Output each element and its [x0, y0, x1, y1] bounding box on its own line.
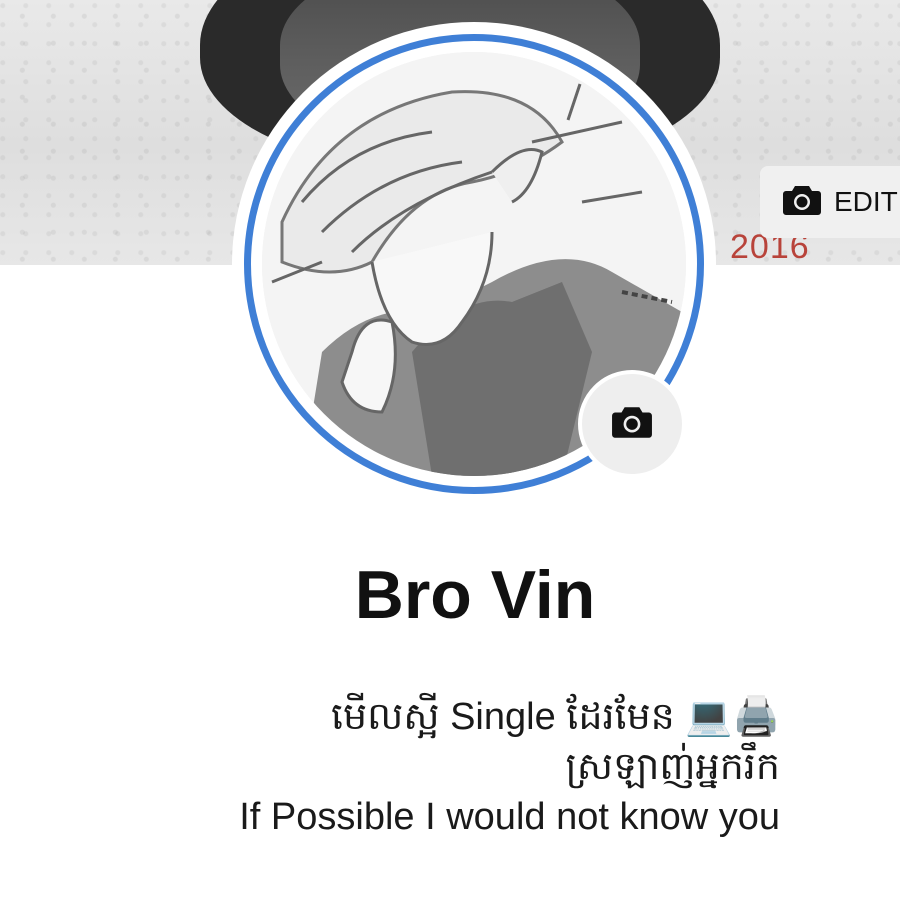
profile-bio: មើលស្អី Single ដែរមែន 💻🖨️ ស្រឡាញ់អ្នករឹក… — [120, 692, 780, 842]
edit-cover-label: EDIT — [834, 186, 898, 217]
edit-cover-button[interactable]: EDIT — [760, 166, 900, 238]
camera-icon — [611, 404, 653, 445]
bio-line-1: មើលស្អី Single ដែរមែន 💻🖨️ — [330, 696, 780, 738]
profile-name: Bro Vin — [354, 557, 596, 633]
change-avatar-button[interactable] — [578, 370, 686, 478]
bio-line-3: If Possible I would not know you — [239, 796, 780, 838]
bio-line-2: ស្រឡាញ់អ្នករឹក — [565, 746, 781, 788]
camera-icon — [782, 183, 822, 222]
